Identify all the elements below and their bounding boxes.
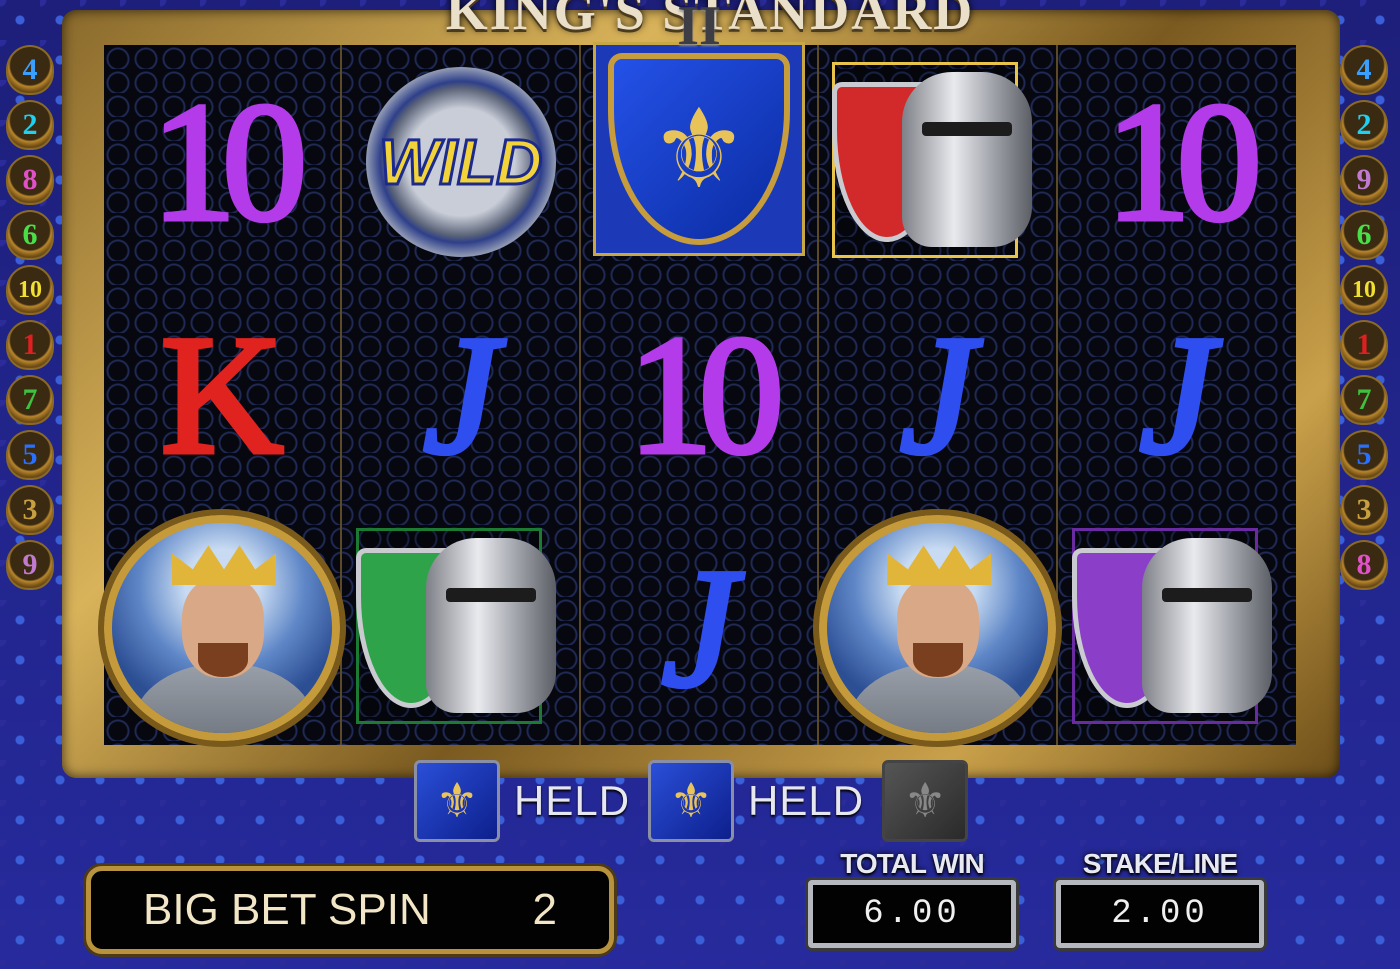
fleur-de-lis-icon: ⚜ <box>607 52 790 245</box>
reel-cell: ⚜ <box>581 41 817 278</box>
symbol-king-letter: K <box>158 300 286 489</box>
payline-badge-right-7[interactable]: 7 <box>1340 375 1388 425</box>
payline-badge-left-4[interactable]: 4 <box>6 45 54 95</box>
payline-badge-left-2[interactable]: 2 <box>6 100 54 150</box>
payline-badge-left-8[interactable]: 8 <box>6 155 54 205</box>
symbol-ten: 10 <box>625 300 786 489</box>
king-crown <box>172 545 276 586</box>
symbol-wild-coin: WILD <box>365 66 556 257</box>
symbol-jack: J <box>1137 300 1218 489</box>
symbol-jack: J <box>897 300 978 489</box>
payline-badge-right-1[interactable]: 1 <box>1340 320 1388 370</box>
payline-badge-right-3[interactable]: 3 <box>1340 485 1388 535</box>
symbol-king-portrait <box>819 515 1056 742</box>
visor-slit <box>445 588 536 603</box>
hold-shield-icon-3[interactable]: ⚜ <box>882 760 969 842</box>
visor-slit <box>1161 588 1252 603</box>
payline-badge-left-5[interactable]: 5 <box>6 430 54 480</box>
symbol-king-portrait <box>104 515 341 742</box>
symbol-ten: 10 <box>149 67 310 256</box>
payline-badge-right-2[interactable]: 2 <box>1340 100 1388 150</box>
total-win-value: 6.00 <box>808 880 1016 948</box>
wild-label: WILD <box>377 124 543 199</box>
stake-line-label: STAKE/LINE <box>1082 848 1238 879</box>
payline-badge-left-1[interactable]: 1 <box>6 320 54 370</box>
reel-cell <box>819 45 1055 278</box>
reel-cell <box>104 512 341 745</box>
symbol-jack: J <box>420 300 501 489</box>
payline-indicators-left: 4 2 8 6 10 1 7 5 3 9 <box>6 45 62 593</box>
reel-cell: J <box>1058 278 1296 511</box>
visor-slit <box>922 121 1013 136</box>
reel-1: 10 K <box>104 45 343 745</box>
big-bet-spin-button[interactable]: BIG BET SPIN 2 <box>86 866 614 954</box>
symbol-red-helm <box>832 61 1042 262</box>
reel-window: 10 K WILD J ⚜ 10 J J 10 J <box>104 41 1296 745</box>
symbol-ten: 10 <box>1103 67 1264 256</box>
payline-badge-right-9[interactable]: 9 <box>1340 155 1388 205</box>
reel-cell: 10 <box>581 278 817 511</box>
payline-badge-right-6[interactable]: 6 <box>1340 210 1388 260</box>
total-win-panel: TOTAL WIN 6.00 <box>808 848 1016 948</box>
payline-badge-left-3[interactable]: 3 <box>6 485 54 535</box>
reel-3: ⚜ 10 J <box>581 41 820 745</box>
payline-indicators-right: 4 2 9 6 10 1 7 5 3 8 <box>1340 45 1396 593</box>
reel-4: J <box>819 45 1058 745</box>
payline-badge-right-4[interactable]: 4 <box>1340 45 1388 95</box>
payline-badge-left-7[interactable]: 7 <box>6 375 54 425</box>
reel-cell: J <box>819 278 1055 511</box>
game-title-numeral: II <box>677 0 721 57</box>
payline-badge-right-5[interactable]: 5 <box>1340 430 1388 480</box>
knight-helmet-icon <box>425 538 556 714</box>
held-label-1: HELD <box>514 777 631 824</box>
reel-cell <box>1058 512 1296 745</box>
payline-badge-right-8[interactable]: 8 <box>1340 540 1388 590</box>
knight-helmet-icon <box>902 71 1033 247</box>
payline-badge-left-10[interactable]: 10 <box>6 265 54 315</box>
reel-5: 10 J <box>1058 45 1296 745</box>
payline-badge-left-9[interactable]: 9 <box>6 540 54 590</box>
reel-cell: J <box>342 278 578 511</box>
big-bet-spin-count: 2 <box>532 885 557 934</box>
reel-2: WILD J <box>342 45 581 745</box>
reel-cell: K <box>104 278 340 511</box>
symbol-jack: J <box>659 534 740 723</box>
payline-badge-right-10[interactable]: 10 <box>1340 265 1388 315</box>
big-bet-spin-label: BIG BET SPIN <box>143 885 431 934</box>
symbol-purple-helm <box>1071 528 1282 728</box>
knight-helmet-icon <box>1141 538 1272 714</box>
symbol-green-helm <box>355 528 566 728</box>
held-indicators: ⚜ HELD ⚜ HELD ⚜ <box>414 760 969 842</box>
reel-cell: 10 <box>1058 45 1296 278</box>
reel-cell <box>819 512 1056 745</box>
reel-cell: WILD <box>342 45 578 278</box>
stake-line-panel: STAKE/LINE 2.00 <box>1056 848 1264 948</box>
reel-cell: 10 <box>104 45 340 278</box>
hold-shield-icon-1[interactable]: ⚜ <box>414 760 500 842</box>
reel-cell: J <box>581 512 817 745</box>
symbol-fleur-shield: ⚜ <box>592 41 805 256</box>
hold-shield-icon-2[interactable]: ⚜ <box>648 760 735 842</box>
payline-badge-left-6[interactable]: 6 <box>6 210 54 260</box>
total-win-label: TOTAL WIN <box>840 848 984 879</box>
reel-cell <box>342 512 578 745</box>
held-label-2: HELD <box>748 777 865 824</box>
stake-line-value[interactable]: 2.00 <box>1056 880 1264 948</box>
king-crown <box>887 545 992 586</box>
